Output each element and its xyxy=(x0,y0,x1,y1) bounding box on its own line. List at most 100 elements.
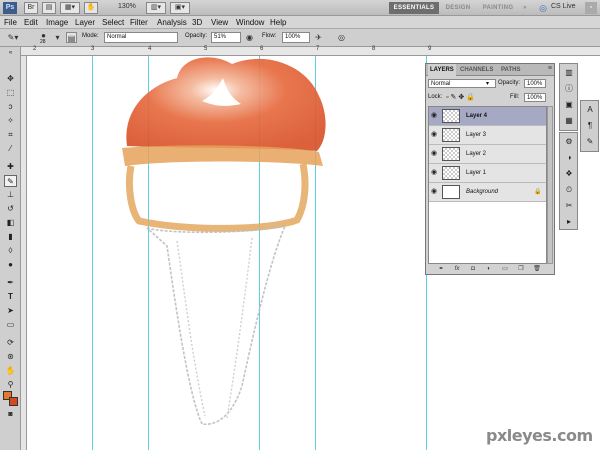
panel-menu-icon[interactable]: ≡ xyxy=(548,65,552,72)
eye-icon[interactable]: ◉ xyxy=(431,131,438,138)
blend-mode-dropdown-icon[interactable]: ▾ xyxy=(486,80,489,87)
eraser-tool-icon[interactable]: ◧ xyxy=(4,217,17,229)
history-icon[interactable]: ⏲ xyxy=(563,184,575,196)
layer-row[interactable]: ◉ Layer 1 xyxy=(429,164,546,183)
dodge-tool-icon[interactable]: ● xyxy=(4,259,17,271)
background-color-swatch[interactable] xyxy=(9,397,18,406)
cs-live-button[interactable]: CS Live xyxy=(551,3,576,10)
marquee-tool-icon[interactable]: ⬚ xyxy=(4,87,17,99)
brush-panel-toggle-icon[interactable]: ▤ xyxy=(66,32,77,43)
info-icon[interactable]: ⓘ xyxy=(563,83,575,95)
flow-field[interactable]: 100% xyxy=(282,32,310,43)
hand-view-icon[interactable]: ✋ xyxy=(84,2,98,14)
eye-icon[interactable]: ◉ xyxy=(431,169,438,176)
eye-icon[interactable]: ◉ xyxy=(431,112,438,119)
menu-3d[interactable]: 3D xyxy=(192,17,202,28)
tool-presets-icon[interactable]: ✂ xyxy=(563,200,575,212)
fill-field[interactable]: 100% xyxy=(524,93,546,102)
crop-tool-icon[interactable]: ⌗ xyxy=(4,129,17,141)
workspace-essentials[interactable]: ESSENTIALS xyxy=(389,2,439,14)
zoom-level[interactable]: 130% xyxy=(118,3,136,10)
brushes-icon[interactable]: ✎ xyxy=(584,136,596,148)
brush-tool-icon[interactable]: ✎ xyxy=(4,175,17,187)
link-layers-icon[interactable]: ⚭ xyxy=(436,265,446,274)
menu-edit[interactable]: Edit xyxy=(24,17,38,28)
hand-tool-icon[interactable]: ✋ xyxy=(4,365,17,377)
shape-tool-icon[interactable]: ▭ xyxy=(4,319,17,331)
menu-image[interactable]: Image xyxy=(46,17,68,28)
menu-analysis[interactable]: Analysis xyxy=(157,17,187,28)
masks-icon[interactable]: ◑ xyxy=(563,152,575,164)
screen-mode-icon[interactable]: ▣▾ xyxy=(170,2,190,14)
layer-style-icon[interactable]: fx xyxy=(452,265,462,274)
eye-icon[interactable]: ◉ xyxy=(431,188,438,195)
menu-filter[interactable]: Filter xyxy=(130,17,148,28)
gradient-tool-icon[interactable]: ▮ xyxy=(4,231,17,243)
swatches-icon[interactable]: ▦ xyxy=(563,115,575,127)
opacity-field[interactable]: 51% xyxy=(211,32,241,43)
menu-help[interactable]: Help xyxy=(270,17,286,28)
brush-dropdown-icon[interactable]: ▾ xyxy=(52,32,63,43)
blur-tool-icon[interactable]: ◊ xyxy=(4,245,17,257)
brush-preset-icon[interactable]: ✎▾ xyxy=(4,32,22,43)
pressure-opacity-icon[interactable]: ◉ xyxy=(244,32,255,43)
move-tool-icon[interactable]: ✥ xyxy=(4,73,17,85)
adjustments-icon[interactable]: ⚙ xyxy=(563,136,575,148)
menu-select[interactable]: Select xyxy=(102,17,124,28)
color-icon[interactable]: ▣ xyxy=(563,99,575,111)
history-brush-tool-icon[interactable]: ↺ xyxy=(4,203,17,215)
layers-scrollbar[interactable] xyxy=(547,106,553,264)
tab-paths[interactable]: PATHS xyxy=(499,64,522,76)
paragraph-icon[interactable]: ¶ xyxy=(584,120,596,132)
workspace-more[interactable]: » xyxy=(520,2,530,14)
delete-layer-icon[interactable]: 🗑 xyxy=(532,265,542,274)
workspace-design[interactable]: DESIGN xyxy=(442,2,474,14)
mode-select[interactable]: Normal xyxy=(104,32,178,43)
new-layer-icon[interactable]: ❐ xyxy=(516,265,526,274)
layer-row[interactable]: ◉ Background 🔒 xyxy=(429,183,546,202)
menu-layer[interactable]: Layer xyxy=(75,17,95,28)
quick-select-tool-icon[interactable]: ✧ xyxy=(4,115,17,127)
dock-strip-1: ▥ ⓘ ▣ ▦ xyxy=(559,63,578,131)
layer-row[interactable]: ◉ Layer 4 xyxy=(429,107,546,126)
pressure-size-icon[interactable]: ◎ xyxy=(336,32,347,43)
histogram-icon[interactable]: ▥ xyxy=(563,67,575,79)
layer-opacity-field[interactable]: 100% xyxy=(524,79,546,88)
character-icon[interactable]: A xyxy=(584,104,596,116)
watermark: pxleyes.com xyxy=(486,426,593,445)
3d-orbit-tool-icon[interactable]: ⊛ xyxy=(4,351,17,363)
airbrush-icon[interactable]: ✈ xyxy=(313,32,324,43)
pen-tool-icon[interactable]: ✒ xyxy=(4,277,17,289)
window-control-icon[interactable]: ▫ xyxy=(585,2,597,14)
healing-brush-tool-icon[interactable]: ✚ xyxy=(4,161,17,173)
quick-mask-icon[interactable]: ◙ xyxy=(4,409,17,421)
tab-layers[interactable]: LAYERS xyxy=(428,64,456,76)
tools-collapse-icon[interactable]: « xyxy=(4,49,17,57)
zoom-tool-icon[interactable]: ⚲ xyxy=(4,379,17,391)
menu-view[interactable]: View xyxy=(211,17,228,28)
actions-icon[interactable]: ▸ xyxy=(563,216,575,228)
adjustment-layer-icon[interactable]: ◐ xyxy=(484,265,494,274)
path-selection-tool-icon[interactable]: ➤ xyxy=(4,305,17,317)
styles-icon[interactable]: ❖ xyxy=(563,168,575,180)
arrange-documents-icon[interactable]: ▥▾ xyxy=(146,2,166,14)
new-group-icon[interactable]: ▭ xyxy=(500,265,510,274)
bridge-icon[interactable]: Br xyxy=(24,2,38,14)
3d-rotate-tool-icon[interactable]: ⟳ xyxy=(4,337,17,349)
layer-row[interactable]: ◉ Layer 3 xyxy=(429,126,546,145)
extras-icon[interactable]: ▦▾ xyxy=(60,2,80,14)
layer-mask-icon[interactable]: ◘ xyxy=(468,265,478,274)
tab-channels[interactable]: CHANNELS xyxy=(458,64,495,76)
eyedropper-tool-icon[interactable]: ⁄ xyxy=(4,143,17,155)
lasso-tool-icon[interactable]: ↄ xyxy=(4,101,17,113)
type-tool-icon[interactable]: T xyxy=(4,291,17,303)
eye-icon[interactable]: ◉ xyxy=(431,150,438,157)
menu-file[interactable]: File xyxy=(4,17,17,28)
lock-icons[interactable]: ▫✎✥🔒 xyxy=(446,93,477,101)
clone-stamp-tool-icon[interactable]: ⊥ xyxy=(4,189,17,201)
menu-window[interactable]: Window xyxy=(236,17,264,28)
mini-bridge-icon[interactable]: ▤ xyxy=(42,2,56,14)
workspace-painting[interactable]: PAINTING xyxy=(480,2,516,14)
cs-live-icon: ◎ xyxy=(539,3,547,13)
layer-row[interactable]: ◉ Layer 2 xyxy=(429,145,546,164)
